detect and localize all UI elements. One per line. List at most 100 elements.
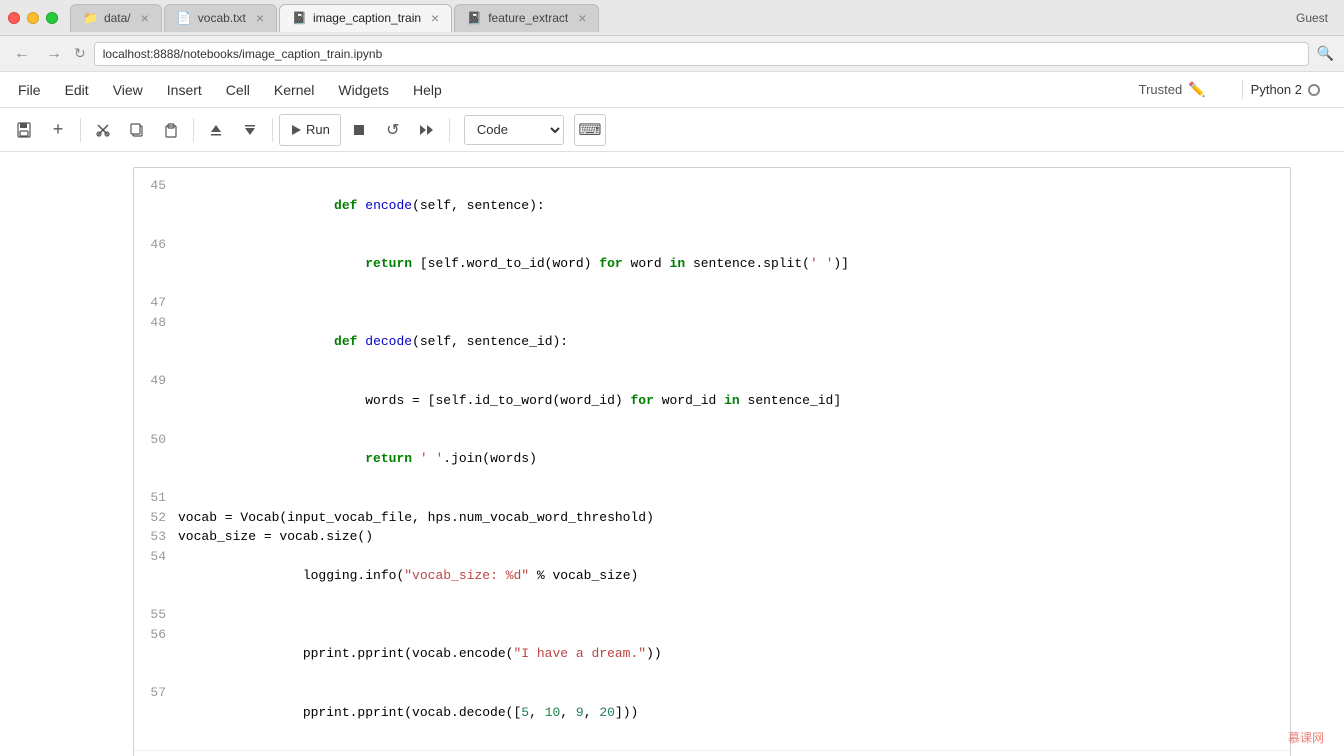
cut-button[interactable] [87, 114, 119, 146]
line-code-46: return [self.word_to_id(word) for word i… [178, 235, 1282, 294]
url-bar[interactable]: localhost:8888/notebooks/image_caption_t… [94, 42, 1309, 66]
code-line-55: 55 [142, 605, 1282, 625]
search-icon: 🔍 [1317, 45, 1334, 62]
code-line-48: 48 def decode(self, sentence_id): [142, 313, 1282, 372]
line-no-57: 57 [142, 683, 178, 742]
tab-feature-close[interactable]: × [578, 10, 586, 26]
guest-label: Guest [1296, 11, 1336, 25]
cut-icon [95, 122, 111, 138]
tab-caption-close[interactable]: × [431, 10, 439, 26]
minimize-button[interactable] [27, 12, 39, 24]
menu-edit[interactable]: Edit [63, 78, 91, 102]
move-up-icon [208, 122, 224, 138]
menu-insert[interactable]: Insert [165, 78, 204, 102]
tab-data-close[interactable]: × [141, 10, 149, 26]
tab-vocab-close[interactable]: × [256, 10, 264, 26]
code-line-52: 52 vocab = Vocab(input_vocab_file, hps.n… [142, 508, 1282, 528]
menu-widgets[interactable]: Widgets [336, 78, 391, 102]
tab-vocab-favicon: 📄 [177, 11, 192, 25]
copy-button[interactable] [121, 114, 153, 146]
forward-button[interactable]: → [42, 43, 66, 65]
line-code-54: logging.info("vocab_size: %d" % vocab_si… [178, 547, 1282, 606]
run-label: Run [306, 122, 330, 137]
tab-caption[interactable]: 📓 image_caption_train × [279, 4, 452, 32]
output-area: INFO:tensorflow:vocab_size: 10875 [1489,… [134, 750, 1290, 756]
code-line-53: 53 vocab_size = vocab.size() [142, 527, 1282, 547]
line-code-57: pprint.pprint(vocab.decode([5, 10, 9, 20… [178, 683, 1282, 742]
restart-button[interactable]: ↺ [377, 114, 409, 146]
line-no-56: 56 [142, 625, 178, 684]
trusted-area: Trusted ✏️ [1139, 81, 1206, 98]
line-no-55: 55 [142, 605, 178, 625]
toolbar-divider-1 [80, 118, 81, 142]
tab-caption-label: image_caption_train [313, 11, 421, 25]
line-code-52: vocab = Vocab(input_vocab_file, hps.num_… [178, 508, 1282, 528]
tab-data-favicon: 📁 [83, 11, 98, 25]
addressbar: ← → ↻ localhost:8888/notebooks/image_cap… [0, 36, 1344, 72]
code-line-49: 49 words = [self.id_to_word(word_id) for… [142, 371, 1282, 430]
line-code-56: pprint.pprint(vocab.encode("I have a dre… [178, 625, 1282, 684]
keyboard-button[interactable]: ⌨ [574, 114, 606, 146]
save-icon [16, 122, 32, 138]
cell-prompt [53, 167, 133, 756]
menubar: File Edit View Insert Cell Kernel Widget… [0, 72, 1344, 108]
line-code-45: def encode(self, sentence): [178, 176, 1282, 235]
line-no-46: 46 [142, 235, 178, 294]
code-line-45: 45 def encode(self, sentence): [142, 176, 1282, 235]
tab-feature-label: feature_extract [488, 11, 568, 25]
notebook-toolbar: + [0, 108, 1344, 152]
fast-forward-button[interactable] [411, 114, 443, 146]
code-cell-main: 45 def encode(self, sentence): 46 return… [52, 166, 1292, 756]
maximize-button[interactable] [46, 12, 58, 24]
menu-kernel[interactable]: Kernel [272, 78, 316, 102]
menu-cell[interactable]: Cell [224, 78, 252, 102]
line-no-49: 49 [142, 371, 178, 430]
trusted-label: Trusted [1139, 82, 1183, 97]
tabs-bar: 📁 data/ × 📄 vocab.txt × 📓 image_caption_… [70, 4, 1296, 32]
keyboard-icon: ⌨ [578, 120, 601, 140]
line-code-48: def decode(self, sentence_id): [178, 313, 1282, 372]
move-down-button[interactable] [234, 114, 266, 146]
line-no-54: 54 [142, 547, 178, 606]
notebook-wrapper: 45 def encode(self, sentence): 46 return… [32, 166, 1312, 756]
menu-help[interactable]: Help [411, 78, 444, 102]
tab-data[interactable]: 📁 data/ × [70, 4, 162, 32]
code-line-54: 54 logging.info("vocab_size: %d" % vocab… [142, 547, 1282, 606]
refresh-button[interactable]: ↻ [74, 45, 86, 62]
add-icon: + [53, 119, 64, 140]
line-code-47 [178, 293, 1282, 313]
line-no-50: 50 [142, 430, 178, 489]
close-button[interactable] [8, 12, 20, 24]
code-line-57: 57 pprint.pprint(vocab.decode([5, 10, 9,… [142, 683, 1282, 742]
move-up-button[interactable] [200, 114, 232, 146]
notebook-content: 45 def encode(self, sentence): 46 return… [0, 152, 1344, 756]
save-button[interactable] [8, 114, 40, 146]
line-code-51 [178, 488, 1282, 508]
tab-vocab[interactable]: 📄 vocab.txt × [164, 4, 277, 32]
line-code-50: return ' '.join(words) [178, 430, 1282, 489]
edit-icon[interactable]: ✏️ [1188, 81, 1205, 98]
line-no-51: 51 [142, 488, 178, 508]
menu-file[interactable]: File [16, 78, 43, 102]
back-button[interactable]: ← [10, 43, 34, 65]
stop-button[interactable] [343, 114, 375, 146]
code-line-47: 47 [142, 293, 1282, 313]
window-controls [8, 12, 58, 24]
cell-body-code[interactable]: 45 def encode(self, sentence): 46 return… [133, 167, 1291, 756]
run-button[interactable]: Run [279, 114, 341, 146]
line-code-55 [178, 605, 1282, 625]
menu-view[interactable]: View [111, 78, 145, 102]
paste-button[interactable] [155, 114, 187, 146]
tab-vocab-label: vocab.txt [198, 11, 246, 25]
toolbar-divider-4 [449, 118, 450, 142]
tab-feature-favicon: 📓 [467, 11, 482, 25]
cell-type-select[interactable]: Code Markdown Raw NBConvert Heading [464, 115, 564, 145]
add-cell-button[interactable]: + [42, 114, 74, 146]
tab-caption-favicon: 📓 [292, 11, 307, 25]
python-badge: Python 2 [1242, 80, 1328, 99]
paste-icon [163, 122, 179, 138]
stop-icon [353, 124, 365, 136]
tab-feature[interactable]: 📓 feature_extract × [454, 4, 599, 32]
titlebar: 📁 data/ × 📄 vocab.txt × 📓 image_caption_… [0, 0, 1344, 36]
line-no-52: 52 [142, 508, 178, 528]
